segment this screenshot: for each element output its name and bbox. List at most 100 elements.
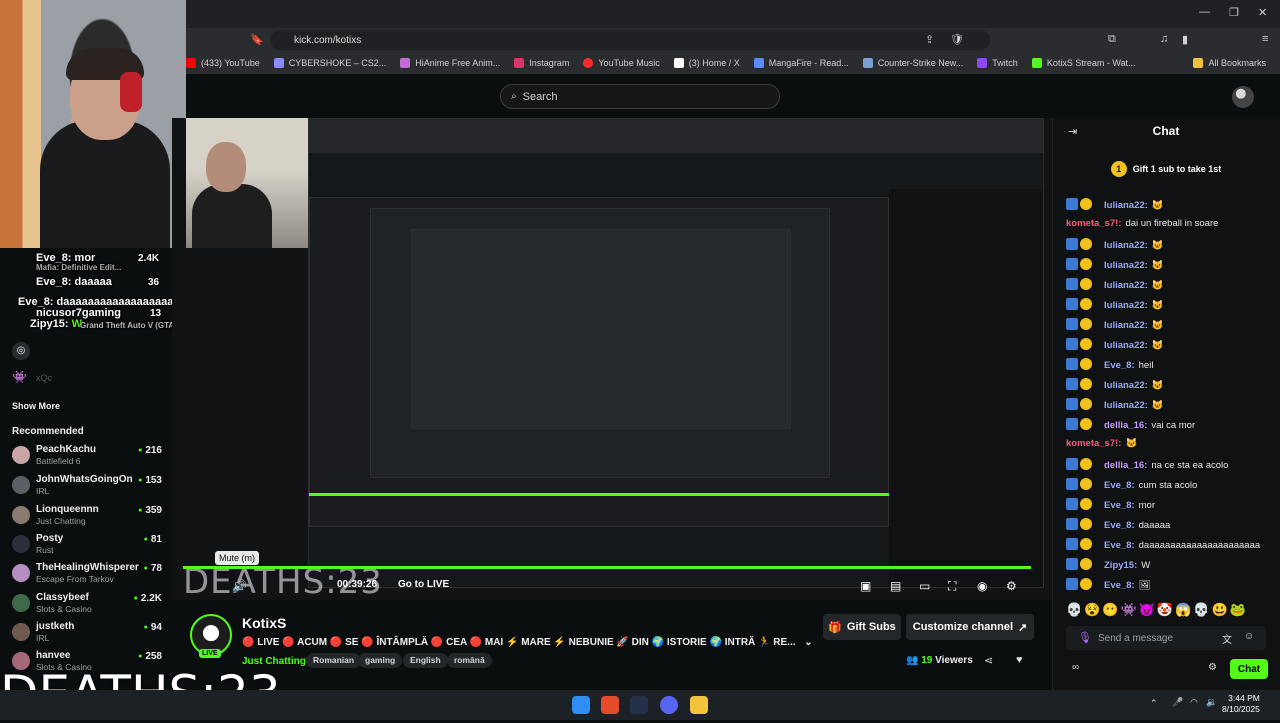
emoji-icon[interactable]: ☺ xyxy=(1244,631,1254,642)
minimize-icon[interactable]: — xyxy=(1199,6,1210,18)
chat-message: Iuliana22: 😺 xyxy=(1066,278,1276,291)
fullscreen-icon[interactable]: ⛶ xyxy=(948,579,956,594)
sidebar-item-xqc[interactable]: xQc xyxy=(36,373,52,383)
settings-icon[interactable]: ⚙ xyxy=(1006,579,1017,593)
sidebar-item-justketh[interactable]: justkethIRL94 xyxy=(12,621,162,645)
chevron-down-icon[interactable]: ⌄ xyxy=(804,637,812,648)
customize-channel-button[interactable]: Customize channel ↗ xyxy=(906,614,1034,640)
user-avatar[interactable] xyxy=(1232,86,1254,108)
chat-username[interactable]: Zipy15: xyxy=(1104,560,1137,571)
sidebar-item-lionqueennn[interactable]: LionqueennnJust Chatting359 xyxy=(12,504,162,528)
chat-username[interactable]: Eve_8: xyxy=(1104,480,1135,491)
chat-message: dellia_16: na ce sta ea acolo xyxy=(1066,458,1276,471)
tag-gaming[interactable]: gaming xyxy=(358,653,403,668)
bookmark-mangafire[interactable]: MangaFire - Read... xyxy=(753,58,849,68)
bookmark-hianime[interactable]: HiAnime Free Anim... xyxy=(400,58,500,68)
tag-romana[interactable]: română xyxy=(447,653,492,668)
viewer-count: 👥 19 Viewers xyxy=(906,655,973,666)
chat-username[interactable]: Iuliana22: xyxy=(1104,400,1148,411)
sidebar-item-classybeef[interactable]: ClassybeefSlots & Casino2.2K xyxy=(12,592,162,616)
search-input[interactable]: ⌕ Search xyxy=(500,84,780,109)
chat-username[interactable]: dellia_16: xyxy=(1104,460,1147,471)
file-explorer-icon[interactable] xyxy=(690,696,708,714)
chat-username[interactable]: Iuliana22: xyxy=(1104,320,1148,331)
chat-username[interactable]: Eve_8: xyxy=(1104,580,1135,591)
sidebar-item-posty[interactable]: PostyRust81 xyxy=(12,533,162,557)
share-icon[interactable]: ⇪ xyxy=(925,33,934,46)
chat-username[interactable]: Eve_8: xyxy=(1104,360,1135,371)
extensions-icon[interactable]: ⧉ xyxy=(1108,33,1116,46)
channel-avatar[interactable]: ◎ xyxy=(12,342,30,360)
follow-icon[interactable]: ♥ xyxy=(1016,654,1023,666)
chat-username[interactable]: Eve_8: xyxy=(1104,540,1135,551)
gift-sub-banner[interactable]: 1 Gift 1 sub to take 1st xyxy=(1052,158,1280,180)
bookmark-kotixs[interactable]: KotixS Stream - Wat... xyxy=(1031,58,1136,68)
close-icon[interactable]: ✕ xyxy=(1258,6,1267,19)
tag-romanian[interactable]: Romanian xyxy=(306,653,362,668)
clip-icon[interactable]: ▤ xyxy=(890,579,901,593)
chat-username[interactable]: kometa_s7!: xyxy=(1066,218,1121,229)
chat-username[interactable]: kometa_s7!: xyxy=(1066,438,1121,449)
chat-username[interactable]: dellia_16: xyxy=(1104,420,1147,431)
bookmark-twitch[interactable]: Twitch xyxy=(977,58,1018,68)
theater-icon[interactable]: ▭ xyxy=(919,579,930,593)
volume-icon[interactable]: 🔊 xyxy=(232,579,247,593)
overlay-category: Grand Theft Auto V (GTA) xyxy=(80,321,177,330)
tray-chevron-icon[interactable]: ⌃ xyxy=(1150,698,1158,709)
streamer-name[interactable]: KotixS xyxy=(242,615,286,631)
bookmark-youtube-music[interactable]: YouTube Music xyxy=(583,58,660,68)
gift-subs-button[interactable]: 🎁 Gift Subs xyxy=(823,614,901,640)
chat-text: cum sta acolo xyxy=(1138,480,1198,491)
chat-username[interactable]: Eve_8: xyxy=(1104,520,1135,531)
chat-username[interactable]: Iuliana22: xyxy=(1104,260,1148,271)
chat-username[interactable]: Iuliana22: xyxy=(1104,380,1148,391)
chat-username[interactable]: Iuliana22: xyxy=(1104,280,1148,291)
bookmark-icon[interactable]: 🔖 xyxy=(250,33,264,46)
windows-start-icon[interactable] xyxy=(572,696,590,714)
go-to-live-button[interactable]: Go to LIVE xyxy=(398,579,449,590)
chat-settings-icon[interactable]: ⚙ xyxy=(1208,662,1217,673)
progress-bar[interactable] xyxy=(183,566,1031,569)
chat-username[interactable]: Iuliana22: xyxy=(1104,300,1148,311)
translate-icon[interactable]: 文 xyxy=(1222,631,1232,646)
bookmark-counter-strike[interactable]: Counter-Strike New... xyxy=(862,58,963,68)
brave-shield-icon[interactable]: 🛡 xyxy=(950,33,964,46)
mic-tray-icon[interactable]: 🎤 xyxy=(1172,697,1183,708)
share-icon[interactable]: ⋖ xyxy=(984,654,993,667)
xqc-avatar[interactable]: 👾 xyxy=(12,370,27,384)
speaker-icon[interactable]: 🔉 xyxy=(1206,697,1217,708)
all-bookmarks[interactable]: All Bookmarks xyxy=(1193,58,1266,68)
sidebar-icon[interactable]: ▮ xyxy=(1182,33,1188,46)
wifi-icon[interactable]: ◠ xyxy=(1190,697,1198,708)
show-more-button[interactable]: Show More xyxy=(12,401,60,411)
brave-icon[interactable] xyxy=(601,696,619,714)
sidebar-item-peachkachu[interactable]: PeachKachuBattlefield 6216 xyxy=(12,444,162,468)
user-badges xyxy=(1066,498,1104,511)
steam-icon[interactable] xyxy=(630,696,648,714)
chat-message: dellia_16: vai ca mor xyxy=(1066,418,1276,431)
chat-username[interactable]: Iuliana22: xyxy=(1104,340,1148,351)
bookmark-instagram[interactable]: Instagram xyxy=(514,58,569,68)
system-clock[interactable]: 3:44 PM 8/10/2025 xyxy=(1222,693,1260,715)
badge-icon xyxy=(1066,498,1078,510)
menu-icon[interactable]: ≡ xyxy=(1262,33,1268,45)
quality-icon[interactable]: ◉ xyxy=(977,579,987,593)
bookmark-x[interactable]: (3) Home / X xyxy=(673,58,740,68)
discord-icon[interactable] xyxy=(660,696,678,714)
chat-send-button[interactable]: Chat xyxy=(1230,659,1268,679)
tag-english[interactable]: English xyxy=(403,653,448,668)
maximize-icon[interactable]: ❐ xyxy=(1229,6,1239,19)
sidebar-item-johnwhatsgoingon[interactable]: JohnWhatsGoingOnIRL153 xyxy=(12,474,162,498)
media-icon[interactable]: ♫ xyxy=(1160,33,1168,45)
emote-bar[interactable]: 💀😵😶👾😈🤡😱💀😃🐸 xyxy=(1066,602,1276,618)
bookmark-youtube[interactable]: (433) YouTube xyxy=(186,58,260,68)
miniplayer-icon[interactable]: ▣ xyxy=(860,579,871,593)
chat-username[interactable]: Iuliana22: xyxy=(1104,240,1148,251)
bookmark-cybershoke[interactable]: CYBERSHOKE – CS2... xyxy=(273,58,386,68)
chat-username[interactable]: Eve_8: xyxy=(1104,500,1135,511)
chat-input[interactable]: Send a message xyxy=(1066,626,1266,650)
address-bar[interactable]: kick.com/kotixs xyxy=(270,30,990,50)
chat-username[interactable]: Iuliana22: xyxy=(1104,200,1148,211)
microphone-icon[interactable]: 🎙 xyxy=(1078,631,1092,644)
sidebar-item-thehealingwhisperer[interactable]: TheHealingWhispererEscape From Tarkov78 xyxy=(12,562,162,586)
